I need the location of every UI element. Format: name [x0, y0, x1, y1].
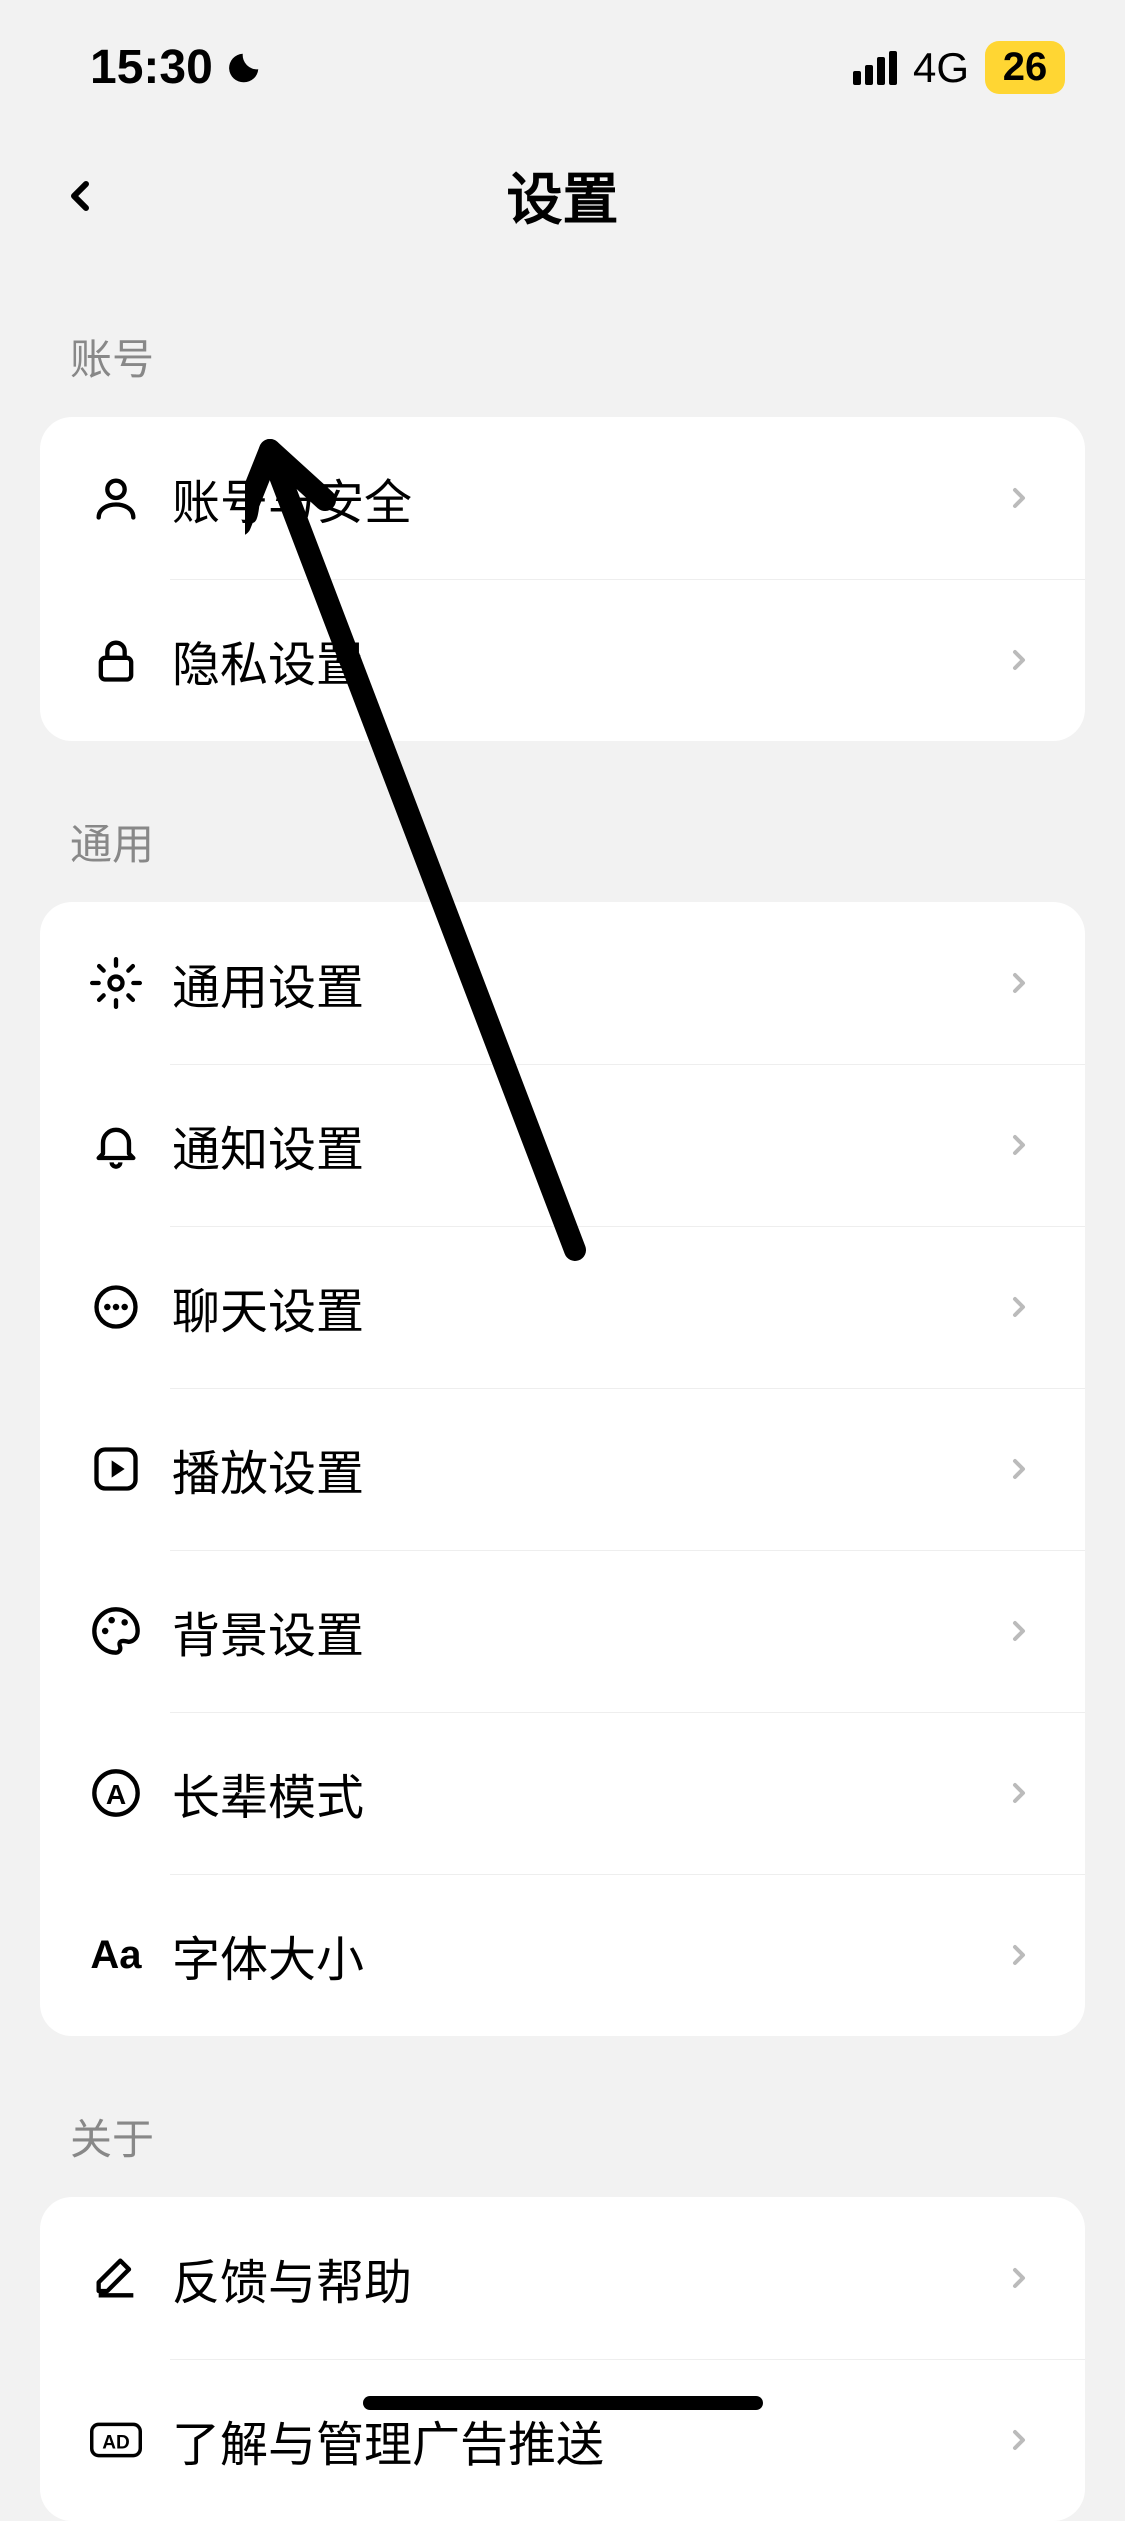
home-indicator[interactable] [363, 2396, 763, 2410]
row-label: 账号与安全 [172, 463, 1003, 533]
signal-icon [853, 51, 897, 85]
row-label: 背景设置 [172, 1596, 1003, 1666]
card-account: 账号与安全 隐私设置 [40, 417, 1085, 741]
chevron-right-icon [1003, 2262, 1035, 2294]
row-background-settings[interactable]: 背景设置 [40, 1550, 1085, 1712]
row-account-security[interactable]: 账号与安全 [40, 417, 1085, 579]
svg-text:A: A [106, 1779, 126, 1810]
gear-icon [90, 957, 142, 1009]
chevron-right-icon [1003, 1291, 1035, 1323]
row-chat-settings[interactable]: 聊天设置 [40, 1226, 1085, 1388]
bell-icon [90, 1119, 142, 1171]
row-label: 了解与管理广告推送 [172, 2405, 1003, 2475]
nav-header: 设置 [0, 115, 1125, 296]
row-label: 字体大小 [172, 1920, 1003, 1990]
chevron-right-icon [1003, 1453, 1035, 1485]
edit-icon [90, 2252, 142, 2304]
section-header-general: 通用 [0, 781, 1125, 902]
network-label: 4G [913, 44, 969, 92]
ad-icon: AD [90, 2414, 142, 2466]
battery-level: 26 [1003, 45, 1048, 90]
section-header-about: 关于 [0, 2076, 1125, 2197]
chevron-left-icon [56, 172, 104, 220]
row-playback-settings[interactable]: 播放设置 [40, 1388, 1085, 1550]
moon-icon [225, 49, 263, 87]
battery-indicator: 26 [985, 41, 1065, 94]
row-label: 隐私设置 [172, 625, 1003, 695]
card-about: 反馈与帮助 AD 了解与管理广告推送 [40, 2197, 1085, 2521]
row-label: 通用设置 [172, 948, 1003, 1018]
chevron-right-icon [1003, 1939, 1035, 1971]
chat-icon [90, 1281, 142, 1333]
row-label: 通知设置 [172, 1110, 1003, 1180]
status-right: 4G 26 [853, 41, 1065, 94]
chevron-right-icon [1003, 1615, 1035, 1647]
status-left: 15:30 [90, 40, 263, 95]
status-time: 15:30 [90, 40, 213, 95]
card-general: 通用设置 通知设置 聊天设置 播放设置 背景设置 A 长辈模式 [40, 902, 1085, 2036]
lock-icon [90, 634, 142, 686]
row-ad-management[interactable]: AD 了解与管理广告推送 [40, 2359, 1085, 2521]
row-label: 聊天设置 [172, 1272, 1003, 1342]
chevron-right-icon [1003, 644, 1035, 676]
play-icon [90, 1443, 142, 1495]
page-title: 设置 [50, 155, 1075, 236]
row-notification-settings[interactable]: 通知设置 [40, 1064, 1085, 1226]
chevron-right-icon [1003, 1129, 1035, 1161]
font-size-icon: Aa [90, 1929, 142, 1981]
section-header-account: 账号 [0, 296, 1125, 417]
palette-icon [90, 1605, 142, 1657]
chevron-right-icon [1003, 482, 1035, 514]
user-icon [90, 472, 142, 524]
row-general-settings[interactable]: 通用设置 [40, 902, 1085, 1064]
status-bar: 15:30 4G 26 [0, 0, 1125, 115]
row-feedback[interactable]: 反馈与帮助 [40, 2197, 1085, 2359]
chevron-right-icon [1003, 967, 1035, 999]
chevron-right-icon [1003, 1777, 1035, 1809]
row-label: 播放设置 [172, 1434, 1003, 1504]
chevron-right-icon [1003, 2424, 1035, 2456]
row-label: 长辈模式 [172, 1758, 1003, 1828]
row-privacy[interactable]: 隐私设置 [40, 579, 1085, 741]
a-circle-icon: A [90, 1767, 142, 1819]
row-font-size[interactable]: Aa 字体大小 [40, 1874, 1085, 2036]
back-button[interactable] [50, 166, 110, 226]
row-label: 反馈与帮助 [172, 2243, 1003, 2313]
row-elder-mode[interactable]: A 长辈模式 [40, 1712, 1085, 1874]
